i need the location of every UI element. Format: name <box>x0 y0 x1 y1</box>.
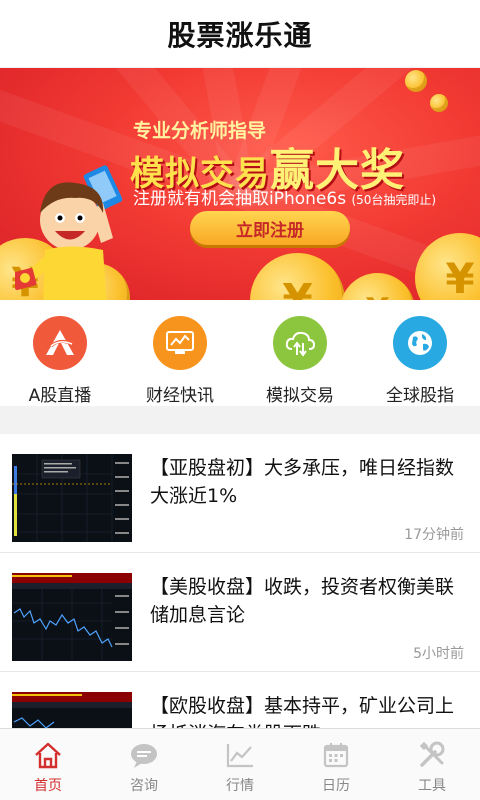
a-share-live-icon <box>33 316 87 370</box>
tab-consult[interactable]: 咨询 <box>96 729 192 800</box>
news-thumbnail <box>12 454 132 542</box>
globe-icon <box>393 316 447 370</box>
quick-nav-label: 财经快讯 <box>146 386 214 406</box>
bottom-tab-bar: 首页 咨询 行情 日历 工具 <box>0 728 480 800</box>
tab-label: 行情 <box>226 778 254 794</box>
app-header: 股票涨乐通 <box>0 0 480 68</box>
news-time: 17分钟前 <box>404 527 464 543</box>
cloud-trade-icon <box>273 316 327 370</box>
chart-icon <box>226 744 253 768</box>
quick-nav-a-share-live[interactable]: A股直播 <box>0 300 120 406</box>
news-thumbnail <box>12 573 132 661</box>
quick-nav-label: 模拟交易 <box>266 386 334 406</box>
banner-offer-text: 注册就有机会抽取iPhone6s <box>133 189 347 209</box>
tab-calendar[interactable]: 日历 <box>288 729 384 800</box>
tab-label: 工具 <box>418 778 446 794</box>
coin-decoration <box>405 70 427 92</box>
finance-news-icon <box>153 316 207 370</box>
promo-banner[interactable]: ¥ ¥ ¥ ¥ ¥ 专业分析师指导 模拟交易赢大奖 注册就有机会抽取iPhone… <box>0 68 480 300</box>
tab-market[interactable]: 行情 <box>192 729 288 800</box>
register-button[interactable]: 立即注册 <box>190 211 350 245</box>
news-item[interactable]: 【美股收盘】收跌，投资者权衡美联储加息言论 5小时前 <box>0 553 480 672</box>
chat-icon <box>131 744 157 768</box>
quick-nav-finance-news[interactable]: 财经快讯 <box>120 300 240 406</box>
news-title: 【欧股收盘】基本持平，矿业公司上扬抵消汽车类股下跌 <box>150 695 455 728</box>
news-item[interactable]: 【欧股收盘】基本持平，矿业公司上扬抵消汽车类股下跌 <box>0 672 480 728</box>
news-list: 【亚股盘初】大多承压，唯日经指数大涨近1% 17分钟前 【美股收盘】收跌，投资者… <box>0 434 480 728</box>
app-title: 股票涨乐通 <box>167 18 313 52</box>
news-item[interactable]: 【亚股盘初】大多承压，唯日经指数大涨近1% 17分钟前 <box>0 434 480 553</box>
news-title: 【美股收盘】收跌，投资者权衡美联储加息言论 <box>150 576 455 626</box>
tab-home[interactable]: 首页 <box>0 729 96 800</box>
news-time: 5小时前 <box>413 646 464 662</box>
quick-nav-label: 全球股指 <box>386 386 454 406</box>
quick-nav-mock-trade[interactable]: 模拟交易 <box>240 300 360 406</box>
tab-label: 日历 <box>322 778 350 794</box>
tab-label: 咨询 <box>130 778 158 794</box>
coin-decoration: ¥ <box>415 233 480 300</box>
mascot-illustration <box>15 165 123 300</box>
news-title: 【亚股盘初】大多承压，唯日经指数大涨近1% <box>150 457 455 507</box>
tools-icon <box>420 741 445 767</box>
news-thumbnail <box>12 692 132 728</box>
coin-decoration: ¥ <box>250 253 345 300</box>
banner-offer-note: (50台抽完即止) <box>351 193 437 207</box>
home-icon <box>35 742 61 769</box>
coin-decoration <box>430 94 448 112</box>
calendar-icon <box>323 743 349 768</box>
section-divider <box>0 406 480 434</box>
tab-label: 首页 <box>34 778 62 794</box>
tab-tools[interactable]: 工具 <box>384 729 480 800</box>
quick-nav: A股直播 财经快讯 模拟交易 全球股指 <box>0 300 480 406</box>
quick-nav-global-index[interactable]: 全球股指 <box>360 300 480 406</box>
quick-nav-label: A股直播 <box>28 386 92 406</box>
coin-decoration: ¥ <box>340 273 415 300</box>
banner-offer: 注册就有机会抽取iPhone6s (50台抽完即止) <box>133 184 436 209</box>
